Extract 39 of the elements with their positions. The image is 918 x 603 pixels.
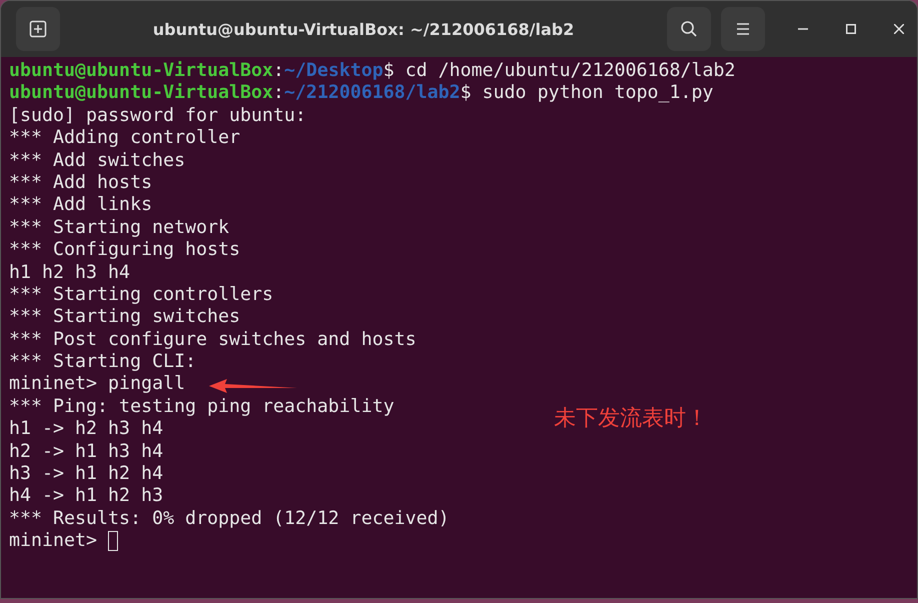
output-line: h3 -> h1 h2 h4 <box>9 463 164 486</box>
output-line: *** Starting network <box>9 216 230 240</box>
output-line: h2 -> h1 h3 h4 <box>9 440 164 464</box>
prompt-user: ubuntu@ubuntu-VirtualBox <box>9 60 274 82</box>
new-tab-button[interactable] <box>16 7 60 51</box>
output-line: [sudo] password for ubuntu: <box>9 104 306 128</box>
menu-icon <box>736 23 750 35</box>
command-text: $ cd /home/ubuntu/212006168/lab2 <box>383 60 736 82</box>
close-icon <box>894 24 904 34</box>
output-line: *** Post configure switches and hosts <box>9 328 416 352</box>
output-line: *** Starting CLI: <box>9 351 196 374</box>
output-line: *** Add switches <box>9 150 186 172</box>
prompt-path: ~/212006168/lab2 <box>284 82 460 105</box>
new-tab-icon <box>29 20 47 38</box>
annotation-text: 未下发流表时！ <box>554 405 708 433</box>
output-line: *** Adding controller <box>9 127 240 150</box>
output-line: *** Starting switches <box>9 306 240 329</box>
output-line: *** Ping: testing ping reachability <box>9 396 394 418</box>
prompt-user: ubuntu@ubuntu-VirtualBox <box>9 82 274 105</box>
search-button[interactable] <box>667 7 711 51</box>
prompt-separator: : <box>273 60 284 82</box>
output-line: mininet> pingall <box>9 373 186 396</box>
minimize-icon <box>798 28 808 30</box>
search-icon <box>680 20 698 38</box>
prompt-path: ~/Desktop <box>284 60 384 82</box>
menu-button[interactable] <box>721 7 765 51</box>
output-line: *** Starting controllers <box>9 284 274 306</box>
output-line: *** Add hosts <box>9 172 152 194</box>
maximize-icon <box>846 24 856 34</box>
prompt-text: mininet> <box>9 530 98 553</box>
output-line: h4 -> h1 h2 h3 <box>9 485 164 508</box>
output-line: h1 h2 h3 h4 <box>9 262 130 284</box>
command-text: $ sudo python topo_1.py <box>460 82 714 105</box>
output-line: *** Configuring hosts <box>9 239 240 262</box>
output-line: *** Add links <box>9 194 152 217</box>
output-line: h1 -> h2 h3 h4 <box>9 418 164 441</box>
output-line: *** Results: 0% dropped (12/12 received) <box>9 508 450 530</box>
prompt-separator: : <box>273 82 284 105</box>
window-title: ubuntu@ubuntu-VirtualBox: ~/212006168/lab2 <box>152 20 576 38</box>
